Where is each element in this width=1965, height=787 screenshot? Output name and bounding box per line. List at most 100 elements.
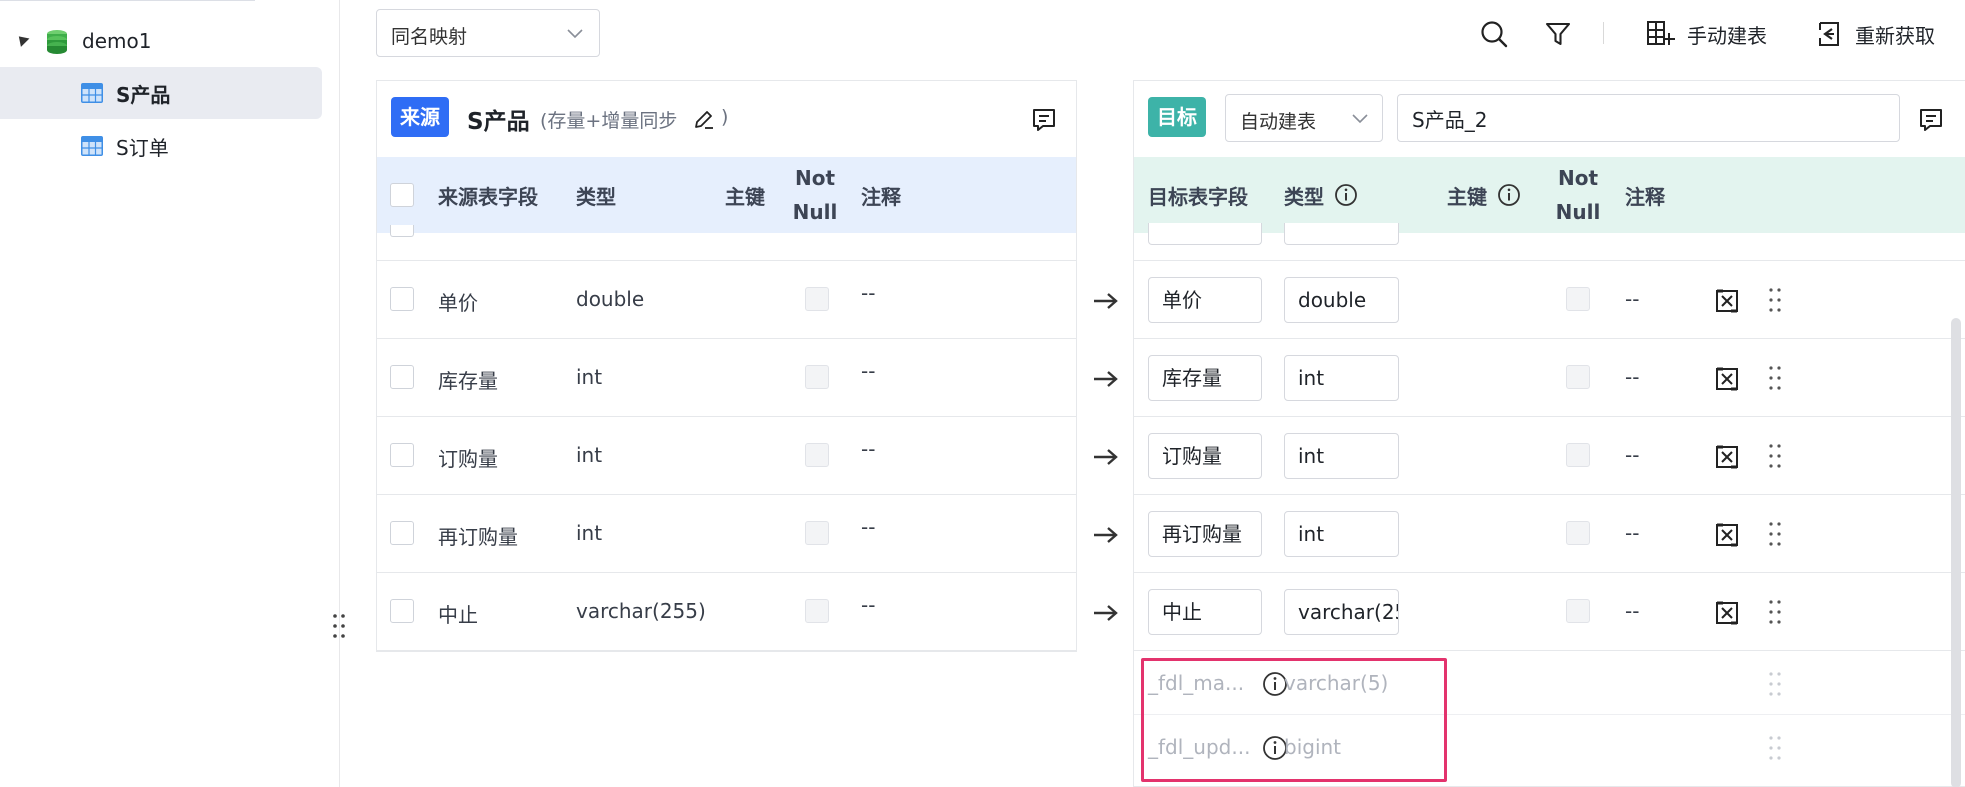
target-panel: 目标 自动建表 目标表字段 类型 主键 Not Null 注释	[1133, 80, 1965, 787]
refetch-icon[interactable]	[1814, 19, 1844, 49]
target-field-comment: --	[1625, 365, 1640, 389]
info-icon[interactable]	[1334, 183, 1358, 207]
sidebar-item-s-order[interactable]: S订单	[0, 120, 322, 172]
create-mode-value: 自动建表	[1240, 111, 1317, 133]
create-mode-select[interactable]: 自动建表	[1225, 94, 1383, 142]
sync-mode-label: (存量+增量同步	[540, 110, 678, 132]
not-null-checkbox[interactable]	[1566, 365, 1590, 389]
target-field-input[interactable]	[1148, 223, 1262, 245]
target-field-comment: --	[1625, 521, 1640, 545]
target-field-input[interactable]: 再订购量	[1148, 511, 1262, 557]
edit-sync-mode-icon[interactable]	[693, 108, 715, 130]
target-field-input[interactable]: 单价	[1148, 277, 1262, 323]
not-null-checkbox[interactable]	[1566, 287, 1590, 311]
table-row: 库存量 int --	[1134, 339, 1965, 417]
filter-icon[interactable]	[1543, 19, 1573, 49]
source-field-type: int	[576, 365, 603, 389]
source-field-comment: --	[861, 437, 876, 461]
manual-create-table-icon[interactable]	[1645, 19, 1675, 49]
drag-handle-icon	[1769, 736, 1781, 760]
manual-create-table-button[interactable]: 手动建表	[1687, 20, 1767, 49]
not-null-checkbox[interactable]	[1566, 599, 1590, 623]
table-icon	[81, 136, 103, 156]
delete-field-icon[interactable]	[1714, 444, 1740, 470]
vertical-scrollbar[interactable]	[1951, 318, 1961, 787]
target-type-input[interactable]: int	[1284, 433, 1399, 479]
row-checkbox[interactable]	[390, 599, 414, 623]
target-tag: 目标	[1148, 97, 1206, 137]
source-field-type: varchar(255)	[576, 599, 706, 623]
delete-field-icon[interactable]	[1714, 600, 1740, 626]
mapping-mode-value: 同名映射	[391, 26, 468, 48]
source-field-type: int	[576, 443, 603, 467]
sync-mode-close-paren: )	[721, 106, 729, 128]
table-row-partial	[1134, 223, 1965, 261]
delete-field-icon[interactable]	[1714, 522, 1740, 548]
delete-field-icon[interactable]	[1714, 366, 1740, 392]
sidebar-item-s-product[interactable]: S产品	[0, 67, 322, 119]
col-header-not-null: Not Null	[787, 157, 843, 233]
collapse-caret-icon[interactable]	[14, 32, 30, 47]
resize-handle-icon[interactable]	[331, 612, 347, 640]
row-checkbox[interactable]	[390, 287, 414, 311]
mapping-arrow-icon	[1094, 371, 1118, 387]
info-icon[interactable]	[1497, 183, 1521, 207]
source-field-name: 订购量	[438, 447, 498, 471]
select-all-checkbox[interactable]	[390, 183, 414, 207]
target-field-input[interactable]: 中止	[1148, 589, 1262, 635]
drag-handle-icon[interactable]	[1768, 443, 1782, 469]
col-header-comment: 注释	[1625, 184, 1665, 209]
col-header-pk-label: 主键	[1447, 184, 1487, 209]
col-header-type: 类型	[1284, 157, 1358, 233]
col-header-pk: 主键	[725, 184, 765, 209]
not-null-checkbox[interactable]	[1566, 443, 1590, 467]
sidebar-item-label: S订单	[116, 136, 169, 160]
table-row: 中止 varchar(255) --	[377, 573, 1076, 651]
row-checkbox[interactable]	[390, 443, 414, 467]
mapping-mode-select[interactable]: 同名映射	[376, 9, 600, 57]
source-field-comment: --	[861, 359, 876, 383]
delete-field-icon[interactable]	[1714, 288, 1740, 314]
col-header-type: 类型	[576, 184, 616, 209]
row-checkbox[interactable]	[390, 365, 414, 389]
target-field-input[interactable]: 订购量	[1148, 433, 1262, 479]
col-header-not-null-line1: Not	[1557, 166, 1599, 190]
mapping-arrow-icon	[1094, 527, 1118, 543]
source-field-name: 再订购量	[438, 525, 518, 549]
source-field-name: 库存量	[438, 369, 498, 393]
col-header-type-label: 类型	[1284, 184, 1324, 209]
drag-handle-icon[interactable]	[1768, 521, 1782, 547]
target-field-input[interactable]: 库存量	[1148, 355, 1262, 401]
search-icon[interactable]	[1479, 19, 1509, 49]
target-type-input[interactable]: varchar(255	[1284, 589, 1399, 635]
target-type-input[interactable]: int	[1284, 355, 1399, 401]
system-field-row: _fdl_upd... bigint	[1134, 715, 1965, 779]
system-field-name: _fdl_upd...	[1148, 735, 1251, 759]
source-panel: 来源 S产品 (存量+增量同步 ) 来源表字段 类型 主键 Not Null 注…	[376, 80, 1077, 652]
drag-handle-icon[interactable]	[1768, 599, 1782, 625]
toolbar-divider	[1603, 22, 1604, 44]
target-table-name-input[interactable]	[1397, 94, 1900, 142]
sidebar-item-label: S产品	[116, 83, 171, 107]
chevron-down-icon	[567, 29, 583, 39]
col-header-not-null-line2: Null	[1555, 200, 1601, 224]
row-checkbox[interactable]	[390, 521, 414, 545]
comment-icon[interactable]	[1031, 107, 1057, 133]
comment-icon[interactable]	[1918, 107, 1944, 133]
table-row: 库存量 int --	[377, 339, 1076, 417]
drag-handle-icon[interactable]	[1768, 365, 1782, 391]
tree-node-database[interactable]: demo1	[0, 22, 340, 62]
not-null-checkbox[interactable]	[1566, 521, 1590, 545]
refetch-button[interactable]: 重新获取	[1855, 20, 1935, 49]
not-null-checkbox	[805, 443, 829, 467]
mapping-arrow-icon	[1094, 605, 1118, 621]
row-checkbox[interactable]	[390, 225, 414, 237]
target-type-input[interactable]: double	[1284, 277, 1399, 323]
drag-handle-icon[interactable]	[1768, 287, 1782, 313]
target-type-input[interactable]: int	[1284, 511, 1399, 557]
table-row-partial	[377, 225, 1076, 261]
col-header-comment: 注释	[861, 184, 901, 209]
target-type-input[interactable]	[1284, 223, 1399, 245]
table-icon	[81, 83, 103, 103]
system-field-type: bigint	[1284, 735, 1342, 759]
